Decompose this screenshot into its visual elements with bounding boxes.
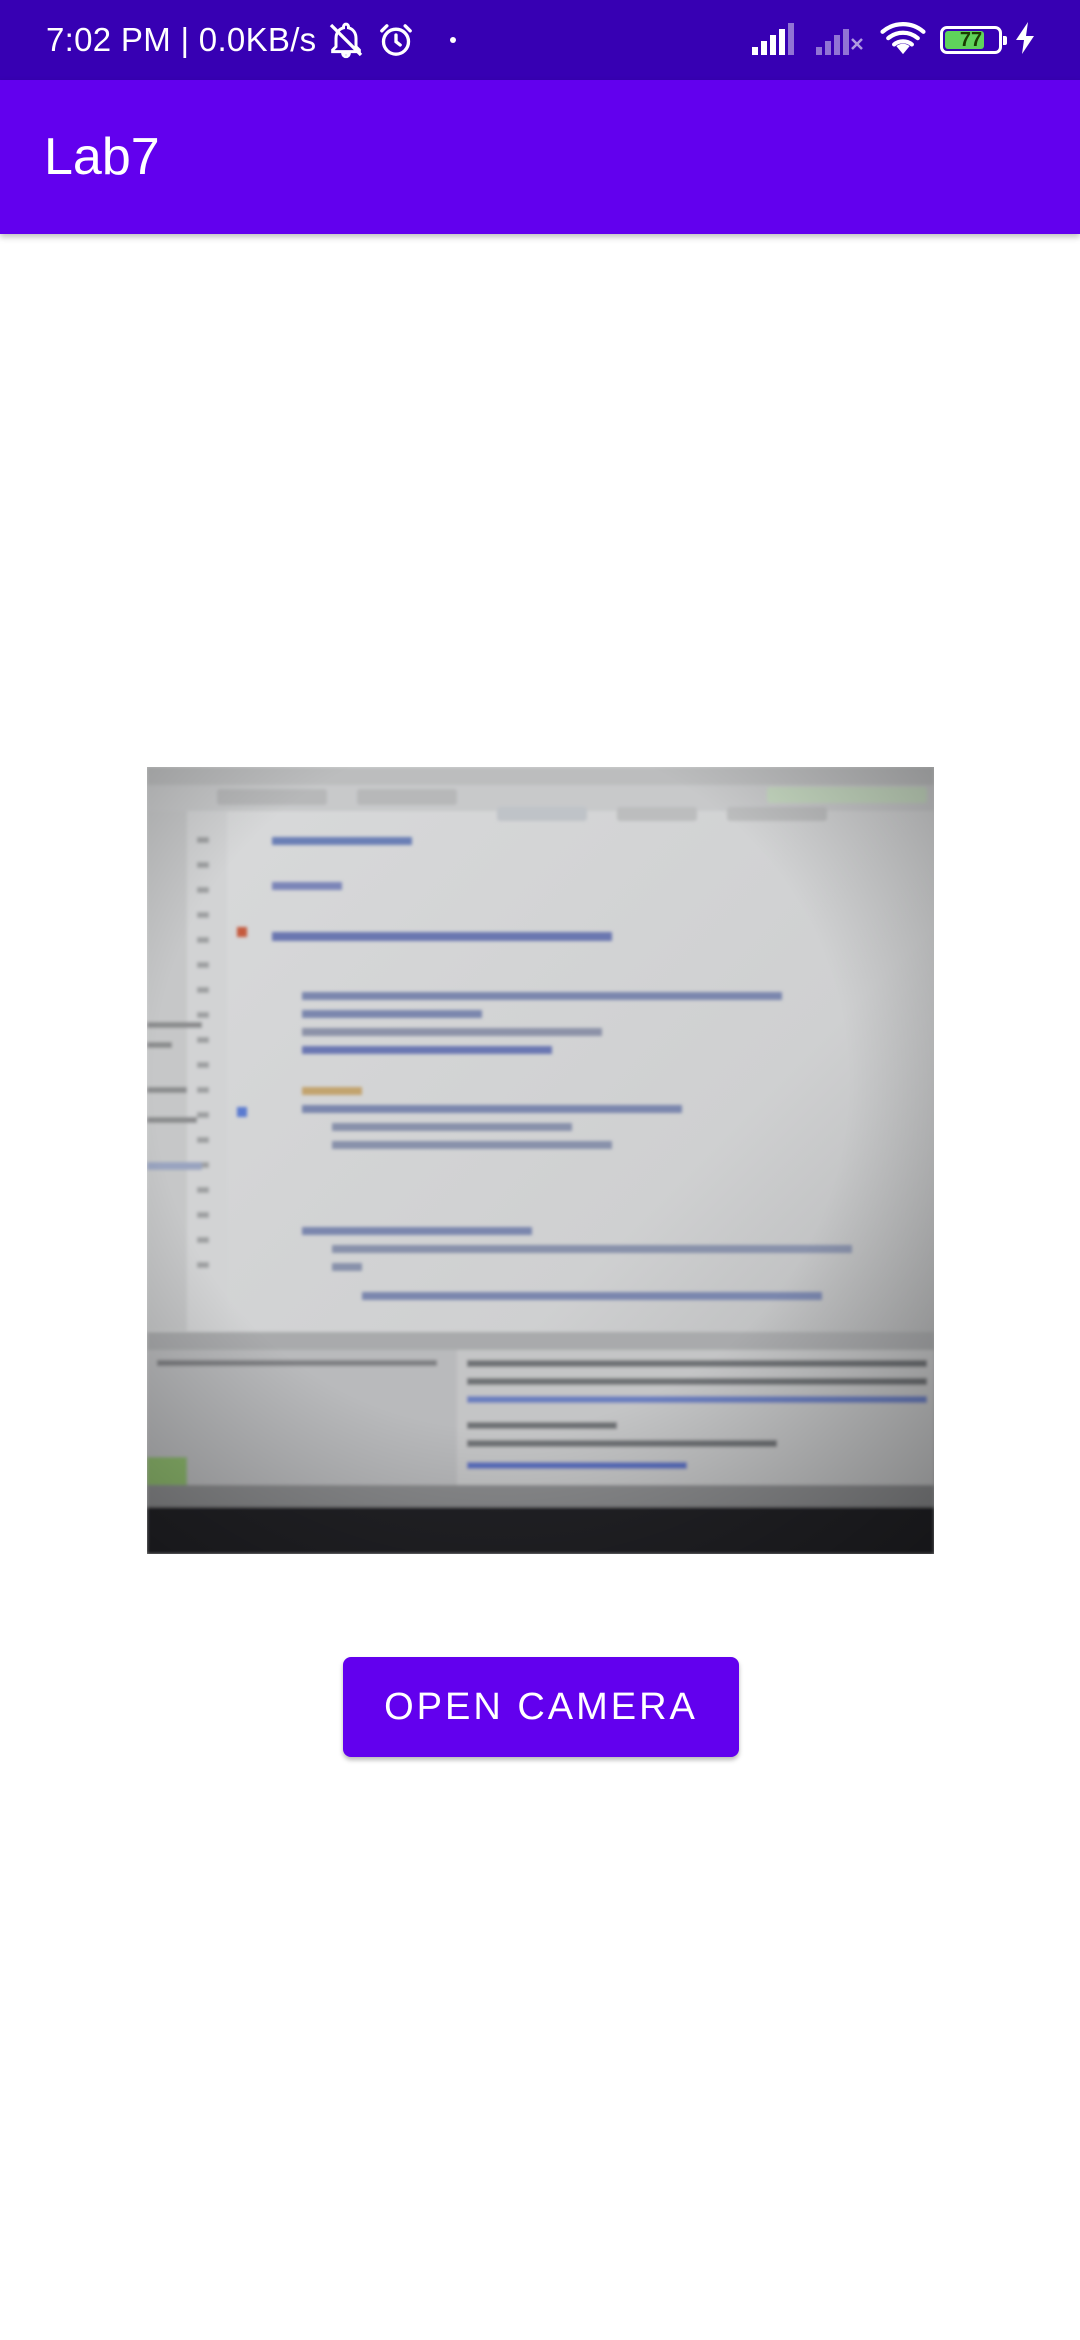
signal-2-icon (816, 21, 866, 60)
alarm-icon (376, 20, 416, 60)
open-camera-button[interactable]: OPEN CAMERA (343, 1657, 739, 1757)
status-time-speed: 7:02 PM | 0.0KB/s (46, 21, 317, 58)
charging-icon (1016, 21, 1036, 59)
battery-nub (1003, 36, 1007, 45)
app-bar: Lab7 (0, 80, 1080, 234)
app-title: Lab7 (44, 128, 160, 186)
bell-off-icon (326, 20, 366, 60)
captured-photo-image (147, 767, 934, 1554)
signal-icon (752, 21, 802, 60)
status-bar: 7:02 PM | 0.0KB/s 77 (0, 0, 1080, 80)
battery-icon: 77 (940, 26, 1007, 54)
captured-photo (147, 767, 934, 1554)
battery-level: 77 (959, 28, 983, 51)
wifi-icon (880, 20, 926, 61)
notification-dot (450, 37, 457, 43)
status-right: 77 (752, 0, 1036, 80)
status-left: 7:02 PM | 0.0KB/s (46, 0, 457, 80)
